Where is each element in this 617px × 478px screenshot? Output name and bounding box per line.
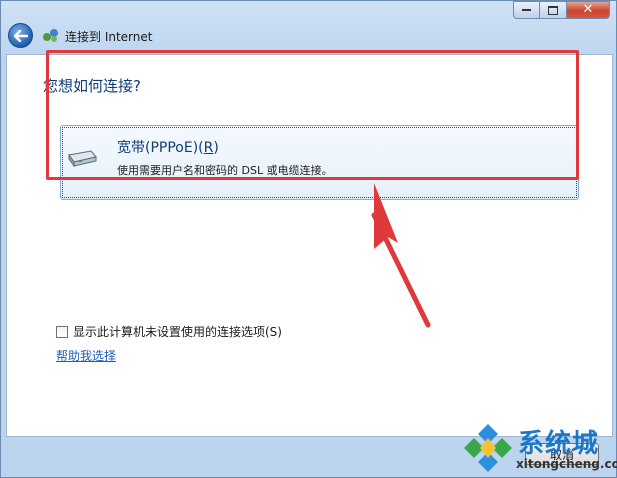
minimize-button[interactable]	[513, 1, 540, 19]
site-watermark: 系统城 xitongcheng.com	[460, 419, 617, 477]
window-controls: ✕	[513, 1, 610, 19]
watermark-text: 系统城	[518, 429, 600, 459]
show-unset-options-label[interactable]: 显示此计算机未设置使用的连接选项(S)	[73, 323, 282, 340]
back-button[interactable]	[8, 23, 33, 48]
connect-internet-window: ✕ 连接到 Internet 您想如何连接? 宽带(PPPoE)(R) 使用需要…	[0, 0, 617, 478]
minimize-icon	[522, 9, 531, 11]
window-title: 连接到 Internet	[65, 30, 153, 44]
annotation-arrow	[371, 183, 431, 328]
show-unset-options-row: 显示此计算机未设置使用的连接选项(S)	[56, 323, 282, 340]
maximize-icon	[548, 5, 558, 15]
show-unset-options-checkbox[interactable]	[56, 325, 68, 338]
network-connection-icon	[43, 29, 58, 42]
help-me-choose-link[interactable]: 帮助我选择	[56, 347, 116, 364]
close-button[interactable]: ✕	[567, 1, 610, 19]
highlight-annotation-box	[46, 50, 579, 180]
watermark-url: xitongcheng.com	[516, 457, 617, 471]
close-icon: ✕	[582, 2, 594, 17]
watermark-logo	[464, 424, 512, 472]
back-arrow-icon	[13, 29, 28, 42]
maximize-button[interactable]	[540, 1, 567, 19]
